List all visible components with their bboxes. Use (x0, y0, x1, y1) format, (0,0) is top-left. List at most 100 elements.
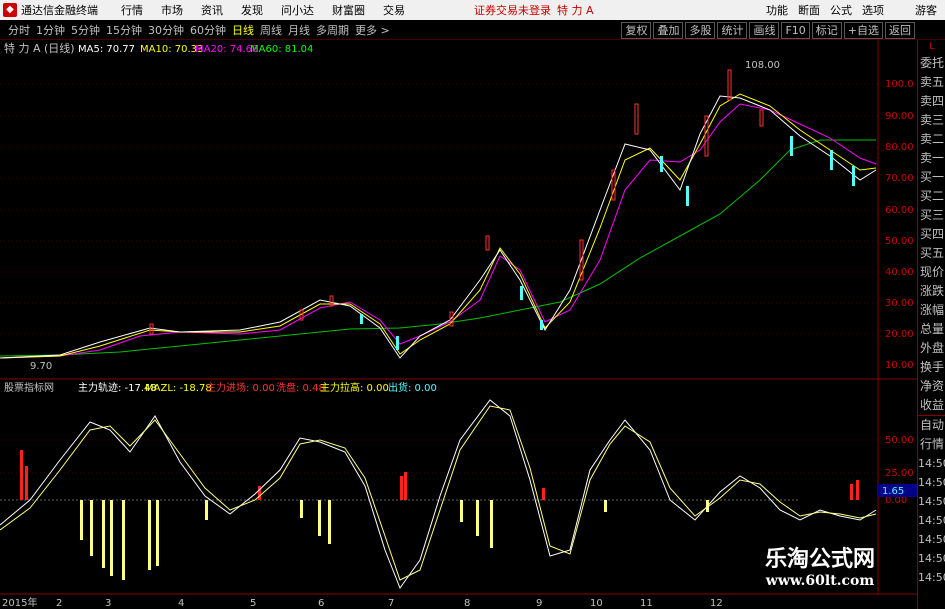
overlay-button[interactable]: 叠加 (653, 21, 684, 39)
menu-item-discover[interactable]: 发现 (241, 2, 263, 18)
time-tick: 2 (56, 598, 62, 609)
time-tick: 7 (388, 598, 394, 609)
rp-sell1: 卖一 (919, 151, 944, 165)
candlesticks (149, 69, 855, 350)
menu-section[interactable]: 断面 (798, 2, 820, 18)
rp-l[interactable]: L (918, 40, 945, 54)
period-15min[interactable]: 15分钟 (106, 22, 142, 38)
rp-sell2: 卖二 (919, 132, 944, 146)
time-tick: 2015年 (2, 596, 37, 609)
mark-button[interactable]: 标记 (811, 21, 842, 39)
time-tick: 11 (640, 598, 653, 609)
high-annotation: 108.00 (745, 60, 780, 71)
rp-buy2: 买二 (919, 189, 944, 203)
price-tick: 20.00 (885, 329, 914, 340)
stock-name-title: 特 力 A (557, 4, 594, 17)
price-tick: 70.00 (885, 173, 914, 184)
time-tick: 3 (105, 598, 111, 609)
watermark-url: www.60lt.com (765, 573, 875, 589)
period-60min[interactable]: 60分钟 (190, 22, 226, 38)
multi-stock-button[interactable]: 多股 (685, 21, 716, 39)
indicator-title: 股票指标网 (4, 381, 54, 394)
rp-sell3: 卖三 (919, 113, 944, 127)
back-button[interactable]: 返回 (885, 21, 915, 39)
app-logo-icon: ◆ (3, 3, 17, 17)
period-monthly[interactable]: 月线 (288, 22, 310, 38)
chart-area[interactable]: 100.0 90.00 80.00 70.00 60.00 50.00 40.0… (0, 40, 917, 609)
f10-button[interactable]: F10 (781, 21, 810, 39)
rp-outer: 外盘 (919, 341, 944, 355)
statistics-button[interactable]: 统计 (717, 21, 748, 39)
menu-item-ask[interactable]: 问小达 (281, 2, 314, 18)
time-tick: 9 (536, 598, 542, 609)
period-1min[interactable]: 1分钟 (36, 22, 65, 38)
rp-quote[interactable]: 行情 (918, 435, 945, 454)
restore-right-button[interactable]: 复权 (621, 21, 652, 39)
indicator-enter: 主力进场: 0.00 (206, 381, 275, 394)
app-name: 通达信金融终端 (21, 4, 98, 17)
indicator-tick: 25.00 (885, 468, 914, 479)
rp-change-pct: 涨幅 (919, 303, 944, 317)
low-annotation: 9.70 (30, 361, 52, 372)
time-tick: 10 (590, 598, 603, 609)
indicator-mazl: MAZL: -18.78 (145, 383, 212, 394)
period-intraday[interactable]: 分时 (8, 22, 30, 38)
price-tick: 90.00 (885, 111, 914, 122)
rp-commission: 委托 (919, 56, 944, 70)
period-multi[interactable]: 多周期 (316, 22, 349, 38)
time-tick: 5 (250, 598, 256, 609)
ma60-label: MA60: 81.04 (250, 44, 313, 55)
user-label[interactable]: 游客 (915, 2, 937, 18)
menu-item-quotes[interactable]: 行情 (121, 2, 143, 18)
menu-formula[interactable]: 公式 (830, 2, 852, 18)
add-watchlist-button[interactable]: +自选 (843, 21, 883, 39)
period-bar: 分时 1分钟 5分钟 15分钟 30分钟 60分钟 日线 周线 月线 多周期 更… (0, 21, 945, 40)
rp-time: 14:50 (918, 533, 945, 546)
watermark: 乐淘公式网 www.60lt.com (730, 541, 910, 589)
ma10-label: MA10: 70.33 (140, 44, 203, 55)
rp-turnover: 换手 (919, 360, 944, 374)
menu-bar: ◆ 通达信金融终端 行情 市场 资讯 发现 问小达 财富圈 交易 证券交易未登录… (0, 0, 945, 20)
period-5min[interactable]: 5分钟 (71, 22, 100, 38)
rp-buy4: 买四 (919, 227, 944, 241)
rp-net-assets: 净资 (919, 379, 944, 393)
menu-item-wealth[interactable]: 财富圈 (332, 2, 365, 18)
rp-time: 14:50 (918, 476, 945, 489)
rp-auto[interactable]: 自动 (918, 415, 945, 435)
ma10-line (0, 93, 877, 359)
rp-buy3: 买三 (919, 208, 944, 222)
indicator-ship: 出货: 0.00 (388, 381, 437, 394)
time-tick: 8 (464, 598, 470, 609)
menu-item-trade[interactable]: 交易 (383, 2, 405, 18)
rp-time: 14:50 (918, 514, 945, 527)
rp-earnings: 收益 (919, 398, 944, 412)
chart-title: 特 力 A (日线) (4, 41, 75, 55)
period-weekly[interactable]: 周线 (260, 22, 282, 38)
time-tick: 12 (710, 598, 723, 609)
period-more[interactable]: 更多 > (355, 22, 390, 38)
current-value: 1.65 (882, 486, 904, 497)
ma5-label: MA5: 70.77 (78, 44, 135, 55)
rp-price: 现价 (919, 265, 944, 279)
ma20-label: MA20: 74.68 (195, 44, 258, 55)
indicator-pull: 主力拉高: 0.00 (320, 381, 389, 394)
price-tick: 80.00 (885, 142, 914, 153)
menu-function[interactable]: 功能 (766, 2, 788, 18)
indicator-tick: 50.00 (885, 435, 914, 446)
menu-options[interactable]: 选项 (862, 2, 884, 18)
price-tick: 100.0 (885, 79, 914, 90)
menu-item-market[interactable]: 市场 (161, 2, 183, 18)
rp-time: 14:50 (918, 571, 945, 584)
rp-volume: 总量 (919, 322, 944, 336)
price-tick: 60.00 (885, 205, 914, 216)
period-daily[interactable]: 日线 (232, 22, 254, 38)
period-30min[interactable]: 30分钟 (148, 22, 184, 38)
ma5-line (0, 95, 877, 359)
login-notice[interactable]: 证券交易未登录 (474, 2, 551, 18)
time-tick: 4 (178, 598, 184, 609)
menu-item-news[interactable]: 资讯 (201, 2, 223, 18)
rp-time: 14:50 (918, 495, 945, 508)
rp-time: 14:50 (918, 457, 945, 470)
draw-line-button[interactable]: 画线 (749, 21, 780, 39)
watermark-name: 乐淘公式网 (764, 546, 875, 572)
